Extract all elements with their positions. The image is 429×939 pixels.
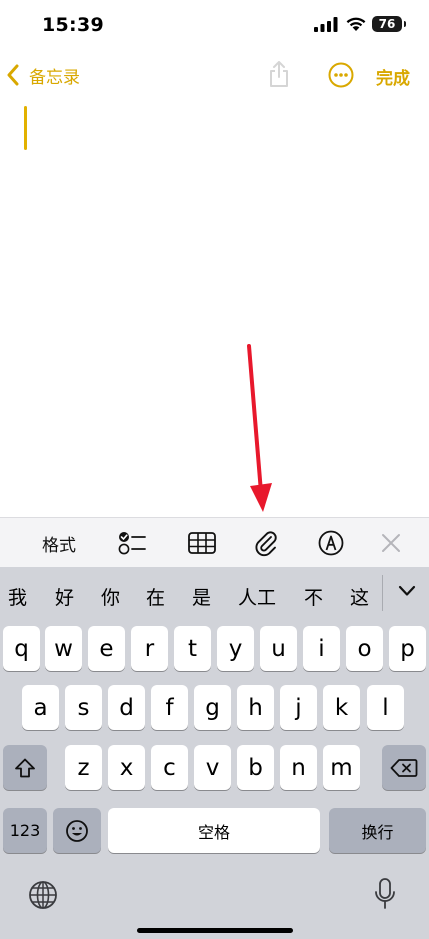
key-l[interactable]: l — [367, 685, 404, 730]
back-chevron-icon — [7, 64, 19, 86]
numbers-key[interactable]: 123 — [3, 808, 47, 853]
close-icon — [382, 534, 400, 552]
candidate-item[interactable]: 人工 — [238, 583, 276, 610]
markup-pen-icon — [318, 530, 344, 556]
more-options-icon[interactable] — [328, 62, 354, 88]
candidate-item[interactable]: 好 — [55, 583, 74, 610]
table-icon — [188, 532, 216, 554]
key-u[interactable]: u — [260, 626, 297, 671]
key-i[interactable]: i — [303, 626, 340, 671]
key-e[interactable]: e — [88, 626, 125, 671]
key-h[interactable]: h — [237, 685, 274, 730]
globe-icon[interactable] — [28, 880, 58, 910]
checklist-button[interactable] — [112, 518, 152, 568]
key-j[interactable]: j — [280, 685, 317, 730]
done-button[interactable]: 完成 — [376, 64, 410, 89]
back-label: 备忘录 — [29, 67, 80, 88]
expand-candidates-chevron-icon[interactable] — [398, 585, 416, 597]
battery-icon: 76 — [372, 16, 406, 32]
close-toolbar-button[interactable] — [374, 518, 408, 568]
key-o[interactable]: o — [346, 626, 383, 671]
key-c[interactable]: c — [151, 745, 188, 790]
microphone-icon[interactable] — [374, 877, 396, 911]
key-s[interactable]: s — [65, 685, 102, 730]
key-v[interactable]: v — [194, 745, 231, 790]
space-key[interactable]: 空格 — [108, 808, 320, 853]
paperclip-icon — [255, 531, 277, 557]
key-y[interactable]: y — [217, 626, 254, 671]
key-k[interactable]: k — [323, 685, 360, 730]
key-q[interactable]: q — [3, 626, 40, 671]
attachment-button[interactable] — [248, 518, 284, 568]
key-w[interactable]: w — [45, 626, 82, 671]
nav-bar: 备忘录 完成 — [0, 50, 429, 100]
back-button[interactable]: 备忘录 — [6, 60, 80, 90]
text-caret — [24, 106, 27, 150]
key-p[interactable]: p — [389, 626, 426, 671]
cellular-signal-icon — [314, 17, 338, 32]
key-z[interactable]: z — [65, 745, 102, 790]
key-b[interactable]: b — [237, 745, 274, 790]
key-g[interactable]: g — [194, 685, 231, 730]
shift-arrow-icon — [15, 758, 35, 777]
format-label: 格式 — [42, 535, 76, 556]
candidate-item[interactable]: 不 — [304, 583, 323, 610]
candidate-item[interactable]: 是 — [192, 583, 211, 610]
candidate-bar: 我 好 你 在 是 人工 不 这 — [0, 567, 429, 619]
candidate-divider — [382, 575, 383, 611]
key-n[interactable]: n — [280, 745, 317, 790]
return-key[interactable]: 换行 — [329, 808, 426, 853]
key-x[interactable]: x — [108, 745, 145, 790]
table-button[interactable] — [182, 518, 222, 568]
key-t[interactable]: t — [174, 626, 211, 671]
format-toolbar: 格式 — [0, 517, 429, 567]
status-bar: 15:39 76 — [0, 0, 429, 50]
keyboard: 我 好 你 在 是 人工 不 这 q w e r t y u i o p a s… — [0, 567, 429, 939]
backspace-icon — [390, 758, 418, 777]
key-a[interactable]: a — [22, 685, 59, 730]
shift-key[interactable] — [3, 745, 47, 790]
markup-button[interactable] — [313, 518, 349, 568]
candidate-item[interactable]: 这 — [350, 583, 369, 610]
candidate-item[interactable]: 我 — [8, 583, 27, 610]
format-button[interactable]: 格式 — [32, 518, 86, 568]
delete-key[interactable] — [382, 745, 426, 790]
emoji-key[interactable] — [53, 808, 101, 853]
share-icon[interactable] — [268, 60, 290, 88]
key-f[interactable]: f — [151, 685, 188, 730]
wifi-icon — [346, 17, 366, 31]
annotation-arrow-icon — [247, 344, 272, 512]
key-r[interactable]: r — [131, 626, 168, 671]
home-indicator — [137, 928, 293, 933]
candidate-item[interactable]: 在 — [146, 583, 165, 610]
key-m[interactable]: m — [323, 745, 360, 790]
key-d[interactable]: d — [108, 685, 145, 730]
candidate-item[interactable]: 你 — [101, 583, 120, 610]
status-time: 15:39 — [42, 14, 104, 36]
checklist-icon — [118, 532, 146, 555]
emoji-icon — [66, 819, 88, 842]
